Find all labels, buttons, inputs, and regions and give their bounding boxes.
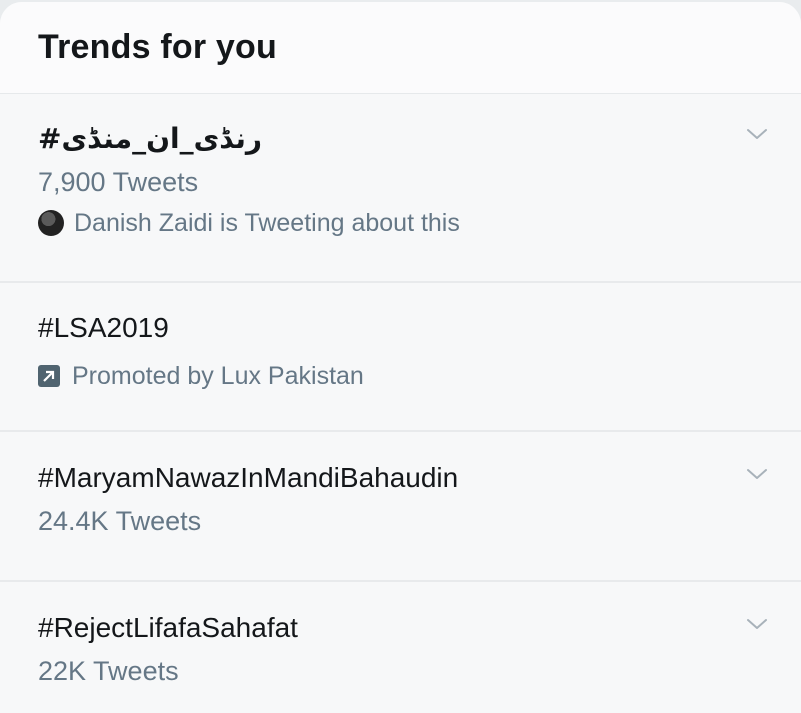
trend-tweet-count: 22K Tweets xyxy=(38,656,179,686)
chevron-down-icon[interactable] xyxy=(745,616,769,632)
trend-promoted: Promoted by Lux Pakistan xyxy=(38,360,801,392)
trend-item-1[interactable]: #رنڈی_ان_منڈی 7,900 Tweets Danish Zaidi … xyxy=(0,94,801,283)
trends-panel: Trends for you #رنڈی_ان_منڈی 7,900 Tweet… xyxy=(0,2,801,713)
trend-tweet-count: 7,900 Tweets xyxy=(38,167,199,197)
trend-hashtag[interactable]: #LSA2019 xyxy=(38,310,801,348)
chevron-down-icon[interactable] xyxy=(745,466,769,482)
avatar xyxy=(38,210,64,236)
trend-item-3[interactable]: #MaryamNawazInMandiBahaudin 24.4K Tweets xyxy=(0,432,801,582)
trend-item-2[interactable]: #LSA2019 Promoted by Lux Pakistan xyxy=(0,283,801,432)
trend-context-text: Danish Zaidi is Tweeting about this xyxy=(74,209,460,237)
promoted-arrow-icon xyxy=(38,365,60,387)
trend-tweet-count: 24.4K Tweets xyxy=(38,506,202,536)
trend-item-4[interactable]: #RejectLifafaSahafat 22K Tweets xyxy=(0,582,801,713)
trend-hashtag[interactable]: #RejectLifafaSahafat xyxy=(38,610,801,648)
page-title: Trends for you xyxy=(38,28,277,66)
promoted-text: Promoted by Lux Pakistan xyxy=(72,362,364,390)
trends-header: Trends for you xyxy=(0,2,801,94)
trend-context: Danish Zaidi is Tweeting about this xyxy=(38,207,801,239)
trend-hashtag[interactable]: #رنڈی_ان_منڈی xyxy=(38,121,801,159)
chevron-down-icon[interactable] xyxy=(745,126,769,142)
trend-hashtag[interactable]: #MaryamNawazInMandiBahaudin xyxy=(38,460,801,498)
